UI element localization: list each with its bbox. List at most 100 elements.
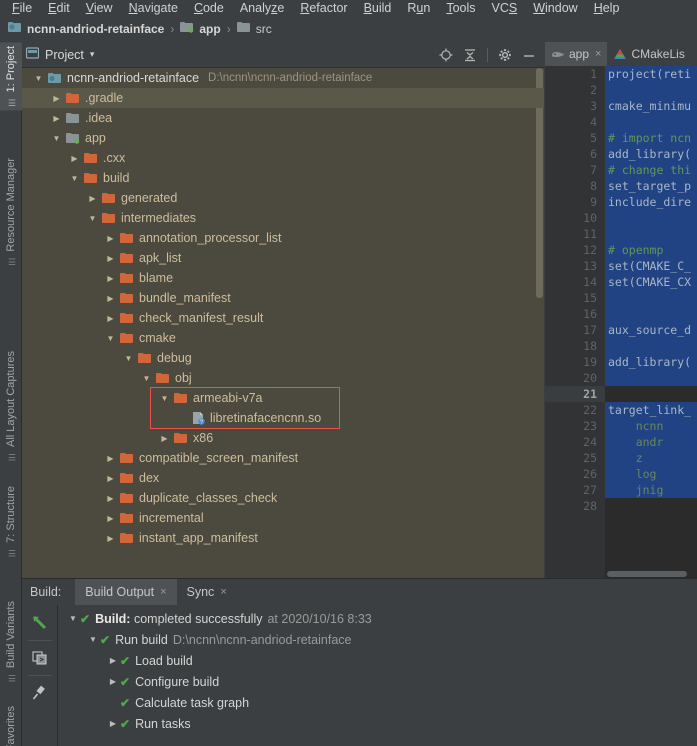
close-icon[interactable]: ×	[160, 586, 166, 598]
tool-window-tab-all-layout-captures[interactable]: ☰ All Layout Captures	[0, 347, 22, 465]
expand-arrow-open-icon[interactable]: ▼	[104, 334, 117, 343]
editor-scrollbar-thumb[interactable]	[607, 571, 687, 577]
expand-arrow-open-icon[interactable]: ▼	[158, 394, 171, 403]
code-line[interactable]: add_library(	[605, 354, 697, 370]
tree-node-gradle[interactable]: ▶ .gradle	[22, 88, 544, 108]
tree-node-annotation-processor-list[interactable]: ▶ annotation_processor_list	[22, 228, 544, 248]
expand-arrow-closed-icon[interactable]: ▶	[86, 194, 99, 203]
menu-item-run[interactable]: Run	[399, 1, 438, 15]
expand-arrow-closed-icon[interactable]: ▶	[104, 314, 117, 323]
expand-arrow-closed-icon[interactable]: ▶	[50, 94, 63, 103]
tree-node-apk-list[interactable]: ▶ apk_list	[22, 248, 544, 268]
code-line[interactable]: andr	[605, 434, 697, 450]
code-line[interactable]: aux_source_d	[605, 322, 697, 338]
pin-tab-icon[interactable]	[25, 679, 55, 707]
code-line[interactable]: z	[605, 450, 697, 466]
code-line[interactable]: # change thi	[605, 162, 697, 178]
tool-window-tab-build-variants[interactable]: ☰ Build Variants	[0, 597, 22, 686]
breadcrumb-item-folder[interactable]: src	[236, 15, 272, 42]
toggle-console-icon[interactable]	[25, 644, 55, 672]
build-output-tree[interactable]: ▼ ✔ Build: completed successfully at 2020/1…	[58, 605, 697, 746]
build-node-configure-build[interactable]: ▶ ✔ Configure build	[58, 671, 697, 692]
menu-item-file[interactable]: File	[4, 1, 40, 15]
code-line[interactable]	[605, 386, 697, 402]
code-line[interactable]: project(reti	[605, 66, 697, 82]
chevron-down-icon[interactable]: ▾	[90, 49, 95, 60]
code-line[interactable]	[605, 338, 697, 354]
tree-node-bundle-manifest[interactable]: ▶ bundle_manifest	[22, 288, 544, 308]
tool-window-tab-favorites[interactable]: ☰Favorites	[0, 702, 22, 746]
tree-node-ncnn-andriod-retainface[interactable]: ▼ ncnn-andriod-retainface D:\ncnn\ncnn-and…	[22, 68, 544, 88]
tree-node-duplicate-classes-check[interactable]: ▶ duplicate_classes_check	[22, 488, 544, 508]
expand-arrow-open-icon[interactable]: ▼	[140, 374, 153, 383]
editor-tab-cmakelis[interactable]: CMakeLis	[607, 42, 690, 66]
build-node-run-tasks[interactable]: ▶ ✔ Run tasks	[58, 713, 697, 734]
build-node-load-build[interactable]: ▶ ✔ Load build	[58, 650, 697, 671]
expand-arrow-open-icon[interactable]: ▼	[50, 134, 63, 143]
tree-node-idea[interactable]: ▶ .idea	[22, 108, 544, 128]
close-icon[interactable]: ×	[220, 586, 226, 598]
tree-node-check-manifest-result[interactable]: ▶ check_manifest_result	[22, 308, 544, 328]
expand-arrow-open-icon[interactable]: ▼	[66, 614, 80, 623]
tree-node-generated[interactable]: ▶ generated	[22, 188, 544, 208]
expand-arrow-closed-icon[interactable]: ▶	[68, 154, 81, 163]
expand-arrow-closed-icon[interactable]: ▶	[106, 719, 120, 728]
code-line[interactable]: set_target_p	[605, 178, 697, 194]
restart-build-icon[interactable]	[25, 609, 55, 637]
menu-item-build[interactable]: Build	[356, 1, 400, 15]
expand-arrow-open-icon[interactable]: ▼	[122, 354, 135, 363]
build-node-calculate-task-graph[interactable]: ✔ Calculate task graph	[58, 692, 697, 713]
menu-item-edit[interactable]: Edit	[40, 1, 78, 15]
build-node-run-build[interactable]: ▼ ✔ Run build D:\ncnn\ncnn-andriod-retainfa…	[58, 629, 697, 650]
tree-node-armeabi-v7a[interactable]: ▼ armeabi-v7a	[22, 388, 544, 408]
expand-arrow-closed-icon[interactable]: ▶	[104, 514, 117, 523]
build-tab-build-output[interactable]: Build Output ×	[75, 579, 177, 605]
code-lines[interactable]: project(reti cmake_minimu # import ncn add_…	[605, 66, 697, 578]
code-line[interactable]	[605, 306, 697, 322]
tree-node-libretinafacencnn-so[interactable]: ? libretinafacencnn.so	[22, 408, 544, 428]
code-line[interactable]: add_library(	[605, 146, 697, 162]
tree-node-incremental[interactable]: ▶ incremental	[22, 508, 544, 528]
menu-item-vcs[interactable]: VCS	[484, 1, 526, 15]
expand-arrow-closed-icon[interactable]: ▶	[104, 254, 117, 263]
code-line[interactable]	[605, 114, 697, 130]
expand-arrow-closed-icon[interactable]: ▶	[106, 656, 120, 665]
menu-item-code[interactable]: Code	[186, 1, 232, 15]
menu-item-analyze[interactable]: Analyze	[232, 1, 292, 15]
expand-arrow-closed-icon[interactable]: ▶	[158, 434, 171, 443]
code-line[interactable]: cmake_minimu	[605, 98, 697, 114]
expand-arrow-closed-icon[interactable]: ▶	[104, 294, 117, 303]
expand-arrow-open-icon[interactable]: ▼	[86, 635, 100, 644]
expand-arrow-closed-icon[interactable]: ▶	[50, 114, 63, 123]
expand-arrow-closed-icon[interactable]: ▶	[104, 474, 117, 483]
editor-tab-app[interactable]: app ×	[545, 42, 608, 66]
tree-node-build[interactable]: ▼ build	[22, 168, 544, 188]
breadcrumb-item-project[interactable]: ncnn-andriod-retainface	[8, 15, 164, 42]
menu-item-window[interactable]: Window	[525, 1, 585, 15]
tree-node-blame[interactable]: ▶ blame	[22, 268, 544, 288]
menu-item-navigate[interactable]: Navigate	[121, 1, 186, 15]
code-line[interactable]: log	[605, 466, 697, 482]
code-line[interactable]: target_link_	[605, 402, 697, 418]
code-line[interactable]	[605, 370, 697, 386]
minimize-icon[interactable]	[518, 45, 540, 65]
code-line[interactable]: set(CMAKE_CX	[605, 274, 697, 290]
code-line[interactable]	[605, 82, 697, 98]
tree-node-debug[interactable]: ▼ debug	[22, 348, 544, 368]
tree-node-x86[interactable]: ▶ x86	[22, 428, 544, 448]
tree-node-obj[interactable]: ▼ obj	[22, 368, 544, 388]
locate-icon[interactable]	[435, 45, 457, 65]
code-line[interactable]	[605, 226, 697, 242]
editor-horizontal-scrollbar[interactable]	[607, 570, 697, 578]
code-line[interactable]: jnig	[605, 482, 697, 498]
tree-node-dex[interactable]: ▶ dex	[22, 468, 544, 488]
expand-arrow-open-icon[interactable]: ▼	[32, 74, 45, 83]
collapse-all-icon[interactable]	[459, 45, 481, 65]
menu-item-refactor[interactable]: Refactor	[292, 1, 355, 15]
project-file-tree[interactable]: ▼ ncnn-andriod-retainface D:\ncnn\ncnn-and…	[22, 68, 544, 578]
code-line[interactable]	[605, 290, 697, 306]
code-line[interactable]: # import ncn	[605, 130, 697, 146]
menu-item-help[interactable]: Help	[586, 1, 628, 15]
expand-arrow-closed-icon[interactable]: ▶	[104, 274, 117, 283]
code-line[interactable]	[605, 210, 697, 226]
